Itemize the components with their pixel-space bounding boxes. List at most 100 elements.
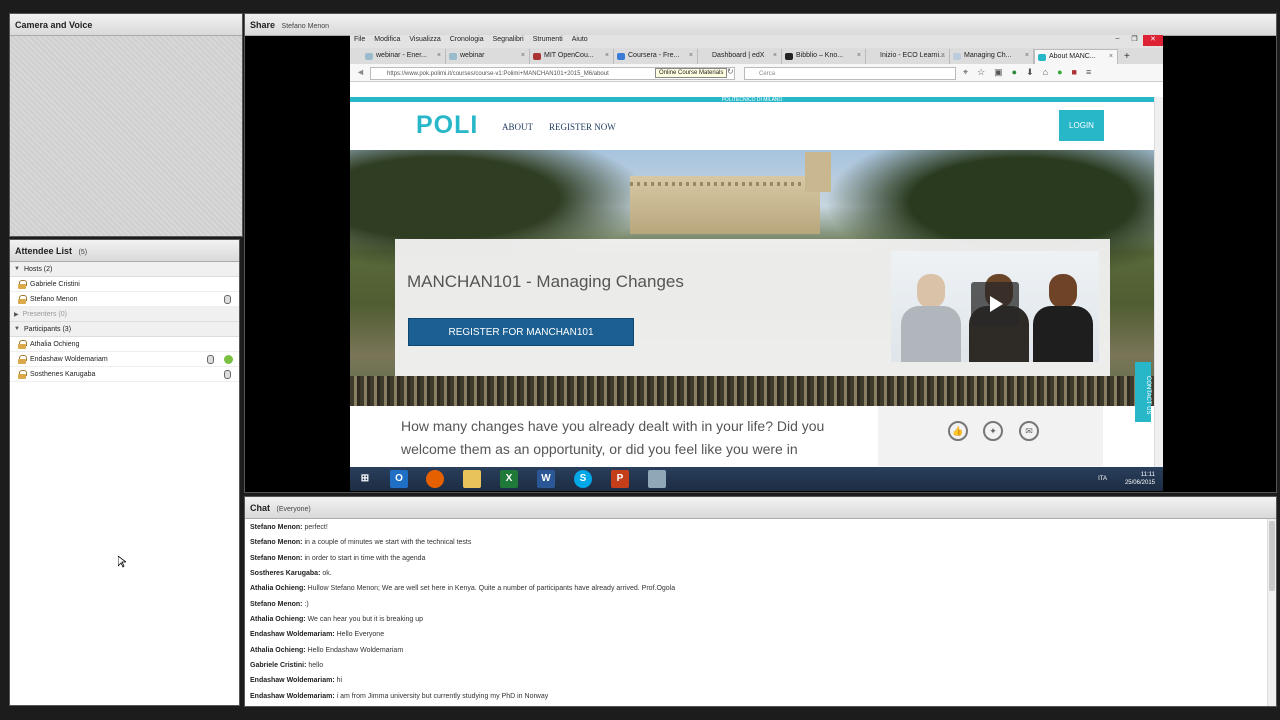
reload-icon[interactable]: ↻ (727, 67, 734, 76)
search-input[interactable]: Cerca (744, 67, 956, 80)
browser-tab[interactable]: webinar - Ener... × (362, 49, 446, 64)
chat-text: We can hear you but it is breaking up (307, 616, 424, 623)
attendee-row[interactable]: Stefano Menon (10, 292, 239, 307)
chat-sender: Gabriele Cristini: (250, 662, 307, 669)
close-tab-icon[interactable]: × (1025, 52, 1029, 59)
email-icon[interactable]: ✉ (1019, 421, 1039, 441)
attendee-row[interactable]: Sosthenes Karugaba (10, 367, 239, 382)
course-video[interactable] (891, 251, 1099, 362)
chat-pod-title: Chat (250, 503, 270, 513)
chat-message: Stefano Menon: in a couple of minutes we… (250, 539, 471, 546)
browser-tab[interactable]: Bibblio – Kno... × (782, 49, 866, 64)
page-scrollbar[interactable] (1154, 97, 1163, 491)
chat-sender: Endashaw Woldemariam: (250, 677, 335, 684)
close-tab-icon[interactable]: × (857, 52, 861, 59)
home-icon[interactable]: ⌂ (1043, 67, 1048, 78)
chat-message: Athalia Ochieng: Hello Endashaw Woldemar… (250, 647, 403, 654)
app-icon[interactable] (648, 470, 666, 488)
menu-strumenti[interactable]: Strumenti (533, 36, 563, 43)
chat-message: Gabriele Cristini: hello (250, 662, 323, 669)
tab-label: Managing Ch... (964, 52, 1012, 59)
close-tab-icon[interactable]: × (521, 52, 525, 59)
nav-register-now[interactable]: REGISTER NOW (549, 122, 616, 132)
new-tab-icon[interactable]: + (1118, 51, 1136, 64)
tab-label: Coursera - Fre... (628, 52, 680, 59)
play-icon[interactable] (971, 282, 1019, 326)
close-tab-icon[interactable]: × (689, 52, 693, 59)
attendee-name: Stefano Menon (30, 295, 78, 303)
chat-sender: Stefano Menon: (250, 524, 303, 531)
minimize-icon[interactable]: – (1109, 35, 1126, 46)
star-icon[interactable]: ☆ (977, 67, 985, 78)
avatar-head (917, 274, 945, 308)
attendee-list-pod: Attendee List (5) ▼ Hosts (2) Gabriele C… (9, 239, 240, 706)
clock-time: 11:11 (1140, 472, 1155, 478)
browser-tab[interactable]: Dashboard | edX × (698, 49, 782, 64)
bookmark-page-icon[interactable]: ⌖ (963, 67, 968, 78)
register-course-button[interactable]: REGISTER FOR MANCHAN101 (408, 318, 634, 346)
menu-modifica[interactable]: Modifica (374, 36, 400, 43)
contact-us-tab[interactable]: CONTACT US (1135, 362, 1151, 422)
browser-tab[interactable]: Coursera - Fre... × (614, 49, 698, 64)
tab-label: webinar (460, 52, 485, 59)
scrollbar-thumb[interactable] (1269, 521, 1275, 591)
clipboard-icon[interactable]: ▣ (994, 67, 1003, 78)
chat-message: Endashaw Woldemariam: Hello Everyone (250, 631, 384, 638)
twitter-icon[interactable]: ✦ (983, 421, 1003, 441)
menu-file[interactable]: File (354, 36, 365, 43)
maximize-icon[interactable]: ❐ (1126, 35, 1143, 46)
chat-message: Sostheres Karugaba: ok. (250, 570, 332, 577)
chat-scrollbar[interactable] (1267, 519, 1276, 706)
hamburger-menu-icon[interactable]: ≡ (1086, 67, 1091, 78)
presenters-group[interactable]: ▶ Presenters (0) (10, 307, 239, 322)
browser-tab[interactable]: Inizio - ECO Learni... × (866, 49, 950, 64)
explorer-icon[interactable] (463, 470, 481, 488)
language-indicator[interactable]: ITA (1098, 476, 1107, 482)
word-icon[interactable]: W (537, 470, 555, 488)
tab-label: About MANC... (1049, 53, 1096, 60)
facebook-like-icon[interactable]: 👍 (948, 421, 968, 441)
addon-icon[interactable]: ● (1012, 67, 1017, 78)
close-tab-icon[interactable]: × (773, 52, 777, 59)
close-tab-icon[interactable]: × (437, 52, 441, 59)
back-icon[interactable]: ◄ (356, 67, 365, 77)
browser-tab-active[interactable]: About MANC... × (1034, 49, 1118, 64)
chat-text: in a couple of minutes we start with the… (304, 539, 472, 546)
menu-visualizza[interactable]: Visualizza (409, 36, 440, 43)
participants-group[interactable]: ▼ Participants (3) (10, 322, 239, 337)
menu-aiuto[interactable]: Aiuto (572, 36, 588, 43)
browser-tab[interactable]: webinar × (446, 49, 530, 64)
powerpoint-icon[interactable]: P (611, 470, 629, 488)
close-tab-icon[interactable]: × (941, 52, 945, 59)
login-button[interactable]: LOGIN (1059, 110, 1104, 141)
chat-pod: Chat (Everyone) Stefano Menon: perfect! … (244, 496, 1277, 707)
close-tab-icon[interactable]: × (1109, 53, 1113, 60)
clock[interactable]: 11:11 25/06/2015 (1125, 471, 1155, 487)
close-icon[interactable]: ✕ (1143, 35, 1163, 46)
microphone-icon (207, 355, 214, 364)
menu-segnalibri[interactable]: Segnalibri (493, 36, 524, 43)
windows-start-icon[interactable]: ⊞ (356, 470, 374, 488)
skype-icon[interactable]: S (574, 470, 592, 488)
attendee-row[interactable]: Endashaw Woldemariam (10, 352, 239, 367)
tab-label: webinar - Ener... (376, 52, 427, 59)
web-page: POLITECNICO DI MILANO POLI ABOUT REGISTE… (350, 97, 1154, 491)
hero-tower (805, 152, 831, 192)
browser-tab[interactable]: MIT OpenCou... × (530, 49, 614, 64)
attendee-row[interactable]: Athalia Ochieng (10, 337, 239, 352)
hosts-group[interactable]: ▼ Hosts (2) (10, 262, 239, 277)
download-icon[interactable]: ⬇ (1026, 67, 1034, 78)
site-logo[interactable]: POLI (416, 111, 478, 140)
firefox-icon[interactable] (426, 470, 444, 488)
attendee-row[interactable]: Gabriele Cristini (10, 277, 239, 292)
browser-tab[interactable]: Managing Ch... × (950, 49, 1034, 64)
extension-icon[interactable]: ● (1057, 67, 1062, 78)
outlook-icon[interactable]: O (390, 470, 408, 488)
share-pod-header: Share Stefano Menon (245, 14, 1276, 36)
menu-cronologia[interactable]: Cronologia (450, 36, 484, 43)
close-tab-icon[interactable]: × (605, 52, 609, 59)
nav-about[interactable]: ABOUT (502, 122, 533, 132)
chat-message: Athalia Ochieng: We can hear you but it … (250, 616, 423, 623)
excel-icon[interactable]: X (500, 470, 518, 488)
extension-2-icon[interactable]: ■ (1072, 67, 1077, 78)
